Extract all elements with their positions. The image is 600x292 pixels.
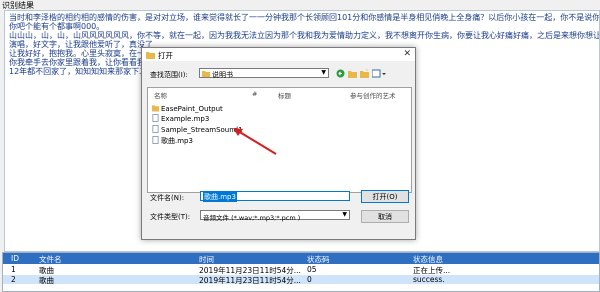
header-time[interactable]: 时间 (199, 254, 214, 265)
audio-file-icon (152, 114, 159, 122)
folder-icon (202, 71, 210, 77)
filename-value: 歌曲.mp3 (203, 192, 237, 202)
cell-time: 2019年11月23日11时54分... (199, 276, 301, 285)
filename-input[interactable]: 歌曲.mp3 (200, 191, 350, 202)
result-line: 当时和李泽楷的相约相的感情的伤害，是对对立场，谁来觉得就长了一一分钟我那个长领顾… (9, 13, 600, 22)
annotation-arrow-icon (233, 128, 277, 155)
lookin-combo[interactable]: 说明书 ▼ (199, 68, 329, 79)
cancel-button[interactable]: 取消 (361, 210, 409, 223)
table-header: ID 文件名 时间 状态码 状态信息 (3, 253, 599, 264)
cell-id: 1 (11, 265, 16, 274)
filetype-select[interactable]: 音频文件 (*.wav;*.mp3;*.pcm ) ▼ (200, 210, 350, 222)
audio-file-icon (152, 125, 159, 133)
result-line: 12年都不回家了，知知知知来那家下二 (9, 67, 148, 76)
table-row[interactable]: 1 歌曲 2019年11月23日11时54分... 05 正在上传... (3, 265, 599, 275)
chevron-down-icon: ▼ (321, 69, 326, 76)
file-item[interactable]: Example.mp3 (152, 114, 209, 123)
cell-id: 2 (11, 275, 16, 284)
new-folder-icon[interactable] (360, 69, 369, 78)
folder-icon (152, 105, 159, 112)
file-item[interactable]: 歌曲.mp3 (152, 136, 193, 146)
column-number[interactable]: # (252, 90, 257, 98)
filetype-value: 音频文件 (*.wav;*.mp3;*.pcm ) (203, 214, 301, 222)
up-folder-icon[interactable] (348, 69, 357, 78)
cell-filename: 歌曲 (39, 276, 54, 285)
lookin-value: 说明书 (212, 71, 233, 79)
filetype-label: 文件类型(T): (150, 213, 191, 221)
header-status-code[interactable]: 状态码 (307, 254, 330, 265)
back-icon[interactable] (336, 69, 345, 78)
file-name: EasePaint_Output (161, 105, 223, 113)
file-item[interactable]: EasePaint_Output (152, 104, 223, 113)
cell-status-code: 05 (307, 265, 317, 274)
cell-status-code: 0 (307, 275, 312, 284)
column-title[interactable]: 标题 (278, 90, 291, 100)
audio-file-icon (152, 136, 159, 144)
file-item[interactable]: Sample_StreamSound1 (152, 125, 243, 134)
column-artist[interactable]: 参与创作的艺术 (350, 90, 396, 100)
file-name: 歌曲.mp3 (161, 137, 193, 145)
task-table: ID 文件名 时间 状态码 状态信息 1 歌曲 2019年11月23日11时54… (2, 252, 600, 292)
result-line: 山山山，山，山，山风风风风风风，你不等，就在一起，因为我我无法立因为那个我和我为… (9, 31, 600, 40)
chevron-down-icon: ▼ (342, 211, 347, 218)
view-menu-icon[interactable] (372, 69, 386, 78)
cell-status-info: success. (413, 275, 445, 284)
header-status-info[interactable]: 状态信息 (413, 254, 443, 265)
header-filename[interactable]: 文件名 (39, 254, 62, 265)
result-line: 演唱，好文字，让我跟他爱听了，真没了 (9, 40, 153, 49)
dialog-title: 打开 (158, 51, 173, 60)
filename-label: 文件名(N): (150, 194, 185, 202)
close-icon[interactable]: ✕ (403, 49, 411, 59)
open-button[interactable]: 打开(O) (361, 190, 409, 203)
header-id[interactable]: ID (11, 254, 19, 263)
result-line: 你吧个能有个都事啊000。 (9, 22, 105, 31)
column-name[interactable]: 名称 (154, 90, 167, 100)
lookin-label: 查找范围(I): (150, 71, 188, 79)
table-row[interactable]: 2 歌曲 2019年11月23日11时54分... 0 success. (3, 275, 599, 285)
file-name: Example.mp3 (161, 115, 210, 123)
dialog-titlebar[interactable]: 打开 ✕ (142, 48, 415, 61)
folder-icon (146, 52, 155, 59)
